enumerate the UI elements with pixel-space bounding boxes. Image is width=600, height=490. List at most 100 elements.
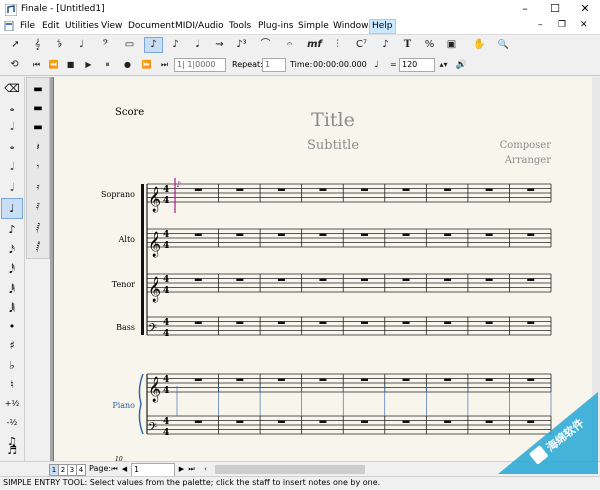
text-tool-icon[interactable]: T bbox=[398, 37, 417, 53]
scroll-left-button[interactable]: ‹ bbox=[201, 464, 210, 474]
selection-tool-icon[interactable]: ➚ bbox=[6, 37, 25, 53]
breve-rest-icon[interactable]: ▬ bbox=[28, 80, 48, 99]
doc-close-button[interactable]: ✕ bbox=[580, 20, 588, 30]
whole-rest-mark bbox=[194, 321, 202, 324]
doc-restore-button[interactable]: ❐ bbox=[558, 20, 566, 30]
clef-tool-icon[interactable]: 𝄢 bbox=[96, 37, 115, 53]
last-page-button[interactable]: ⏭ bbox=[187, 464, 196, 474]
menu-midi-audio[interactable]: MIDI/Audio bbox=[173, 20, 226, 33]
breve-note-icon[interactable]: 𝅝 bbox=[2, 98, 22, 117]
half-rest-icon[interactable]: ▬ bbox=[28, 118, 48, 137]
menu-edit[interactable]: Edit bbox=[40, 20, 61, 33]
tempo-spinner-icon[interactable]: ▴▾ bbox=[434, 57, 453, 73]
prev-page-button[interactable]: ◀ bbox=[120, 464, 129, 474]
eighth-rest-icon[interactable]: 𝄾 bbox=[28, 158, 48, 177]
half-note-icon[interactable]: 𝅗𝅥 bbox=[2, 157, 22, 176]
whole-rest-mark bbox=[319, 188, 327, 191]
vertical-scrollbar[interactable] bbox=[592, 77, 600, 461]
sixty-fourth-rest-icon[interactable]: 𝅁 bbox=[28, 218, 48, 237]
document-icon[interactable] bbox=[4, 20, 14, 32]
score-composer[interactable]: Composer bbox=[500, 140, 552, 151]
quarter-rest-icon[interactable]: 𝄽 bbox=[28, 138, 48, 157]
natural-icon[interactable]: ♮ bbox=[2, 375, 22, 394]
lyrics-tool-icon[interactable]: ♪ bbox=[376, 37, 395, 53]
eighth-note-icon[interactable]: ♪ bbox=[2, 220, 22, 239]
stop-button[interactable]: ■ bbox=[61, 57, 80, 73]
whole-rest-icon[interactable]: ▬ bbox=[28, 99, 48, 118]
thirty-second-note-icon[interactable]: 𝅘𝅥𝅰 bbox=[2, 260, 22, 279]
minimize-button[interactable]: – bbox=[510, 0, 540, 19]
measure-tool-icon[interactable]: ▭ bbox=[120, 37, 139, 53]
first-page-button[interactable]: ⏮ bbox=[110, 464, 119, 474]
tempo-note-icon[interactable]: ♩ bbox=[367, 57, 386, 73]
hyperscribe-tool-icon[interactable]: ⇝ bbox=[210, 37, 229, 53]
key-signature-tool-icon[interactable]: 𝄳 bbox=[50, 37, 69, 53]
measure-counter-field[interactable]: 1| 1|0000 bbox=[174, 58, 226, 72]
sixteenth-rest-icon[interactable]: 𝄿 bbox=[28, 178, 48, 197]
maximize-button[interactable]: ☐ bbox=[540, 0, 570, 19]
half-step-down-icon[interactable]: -½ bbox=[2, 413, 22, 432]
menu-file[interactable]: File bbox=[18, 20, 37, 33]
graphics-tool-icon[interactable]: ▣ bbox=[442, 37, 461, 53]
tempo-field[interactable]: 120 bbox=[399, 58, 435, 72]
menu-plug-ins[interactable]: Plug-ins bbox=[256, 20, 296, 33]
menu-view[interactable]: View bbox=[99, 20, 124, 33]
play-button[interactable]: ▶ bbox=[79, 57, 98, 73]
dotted-half-icon[interactable]: 𝅗𝅥 bbox=[2, 178, 22, 197]
quarter-note-icon[interactable]: ♩ bbox=[1, 198, 23, 219]
chord-tool-icon[interactable]: C⁷ bbox=[352, 37, 371, 53]
fast-forward-button[interactable]: ⏩ bbox=[137, 57, 156, 73]
page-number-field[interactable]: 1 bbox=[131, 463, 175, 477]
whole-rest-mark bbox=[194, 233, 202, 236]
repeat-select[interactable]: 1 bbox=[262, 58, 286, 72]
score-subtitle[interactable]: Subtitle bbox=[307, 138, 359, 153]
sharp-icon[interactable]: ♯ bbox=[2, 336, 22, 355]
page-tab-4[interactable]: 4 bbox=[76, 464, 86, 476]
horizontal-scroll-thumb[interactable] bbox=[215, 465, 365, 474]
articulation-tool-icon[interactable]: 𝄐 bbox=[280, 37, 299, 53]
thirty-second-rest-icon[interactable]: 𝅀 bbox=[28, 198, 48, 217]
forward-to-end-button[interactable]: ⏭ bbox=[155, 57, 174, 73]
smart-shape-tool-icon[interactable]: ⌒ bbox=[256, 37, 275, 53]
menu-document[interactable]: Document bbox=[126, 20, 177, 33]
record-button[interactable]: ● bbox=[118, 57, 137, 73]
menu-simple[interactable]: Simple bbox=[296, 20, 331, 33]
score-title[interactable]: Title bbox=[311, 109, 355, 131]
128th-rest-icon[interactable]: 𝅂 bbox=[28, 238, 48, 257]
flat-icon[interactable]: ♭ bbox=[2, 356, 22, 375]
expression-tool-icon[interactable]: mf bbox=[305, 37, 324, 53]
simple-entry-tool-icon[interactable]: ♪ bbox=[144, 37, 163, 53]
playback-settings-icon[interactable]: ⟲ bbox=[5, 57, 24, 73]
hand-grabber-icon[interactable]: ✋ bbox=[470, 37, 489, 53]
next-page-button[interactable]: ▶ bbox=[177, 464, 186, 474]
layer-tool-icon[interactable]: 𝅘𝅥 bbox=[188, 37, 207, 53]
menu-help[interactable]: Help bbox=[369, 19, 396, 34]
pause-button[interactable]: ⏸ bbox=[98, 57, 117, 73]
staff-tool-icon[interactable]: 𝄞 bbox=[28, 37, 47, 53]
tuplet-tool-icon[interactable]: ♪³ bbox=[232, 37, 251, 53]
sixteenth-note-icon[interactable]: 𝅘𝅥𝅯 bbox=[2, 240, 22, 259]
volume-speaker-icon[interactable]: 🔊 bbox=[452, 57, 471, 73]
menu-tools[interactable]: Tools bbox=[227, 20, 253, 33]
score-canvas[interactable]: Score Title Subtitle Composer Arranger S… bbox=[53, 77, 597, 461]
zoom-tool-icon[interactable]: 🔍 bbox=[494, 37, 513, 53]
menu-window[interactable]: Window bbox=[331, 20, 371, 33]
sixty-fourth-note-icon[interactable]: 𝅘𝅥𝅱 bbox=[2, 280, 22, 299]
close-button[interactable]: ✕ bbox=[570, 0, 600, 19]
eraser-icon[interactable]: ⌫ bbox=[2, 79, 22, 98]
time-signature-tool-icon[interactable]: ♩ bbox=[72, 37, 91, 53]
half-step-up-icon[interactable]: +½ bbox=[2, 394, 22, 413]
doc-minimize-button[interactable]: – bbox=[538, 20, 543, 30]
menu-bar: File Edit Utilities View Document MIDI/A… bbox=[0, 19, 600, 35]
menu-utilities[interactable]: Utilities bbox=[63, 20, 101, 33]
dot-icon[interactable]: • bbox=[2, 317, 22, 336]
score-page[interactable]: Score Title Subtitle Composer Arranger S… bbox=[53, 77, 597, 461]
speedy-entry-tool-icon[interactable]: ♪ bbox=[166, 37, 185, 53]
repeat-tool-icon[interactable]: ⫶ bbox=[328, 37, 347, 53]
score-arranger[interactable]: Arranger bbox=[504, 155, 552, 166]
tuplet-icon[interactable]: ♬ bbox=[2, 441, 22, 460]
double-whole-icon[interactable]: 𝅗𝅥 bbox=[2, 117, 22, 136]
resize-tool-icon[interactable]: % bbox=[420, 37, 439, 53]
whole-note-icon[interactable]: 𝅝 bbox=[2, 136, 22, 155]
128th-note-icon[interactable]: 𝅘𝅥𝅲 bbox=[2, 299, 22, 318]
